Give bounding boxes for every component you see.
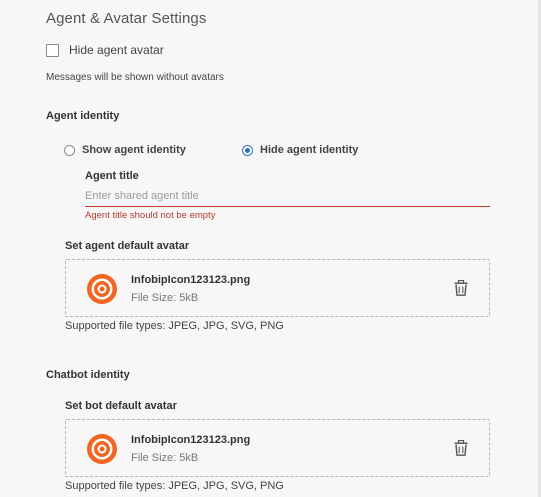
- infobip-logo-icon: [87, 274, 117, 304]
- infobip-logo-icon: [87, 434, 117, 464]
- agent-avatar-file-name: InfobipIcon123123.png: [131, 274, 251, 286]
- hide-avatar-label[interactable]: Hide agent avatar: [69, 43, 164, 57]
- agent-avatar-supported-types: Supported file types: JPEG, JPG, SVG, PN…: [65, 320, 284, 332]
- show-agent-identity-radio[interactable]: Show agent identity: [64, 144, 186, 156]
- agent-avatar-file-box[interactable]: InfobipIcon123123.png File Size: 5kB: [65, 259, 490, 317]
- hide-agent-identity-label[interactable]: Hide agent identity: [260, 144, 358, 156]
- chatbot-identity-title: Chatbot identity: [46, 369, 130, 381]
- agent-title-label: Agent title: [85, 170, 139, 182]
- hide-avatar-checkbox-row[interactable]: Hide agent avatar: [46, 43, 164, 57]
- agent-avatar-file-size: File Size: 5kB: [131, 292, 199, 304]
- trash-icon[interactable]: [454, 280, 468, 296]
- hide-avatar-checkbox[interactable]: [46, 43, 59, 57]
- hide-agent-identity-radio[interactable]: Hide agent identity: [242, 144, 358, 156]
- show-agent-identity-label[interactable]: Show agent identity: [82, 144, 186, 156]
- section-title: Agent & Avatar Settings: [46, 10, 207, 27]
- hide-avatar-hint: Messages will be shown without avatars: [46, 72, 224, 83]
- bot-avatar-supported-types: Supported file types: JPEG, JPG, SVG, PN…: [65, 480, 284, 492]
- agent-title-input[interactable]: [85, 186, 490, 207]
- bot-avatar-file-size: File Size: 5kB: [131, 452, 199, 464]
- bot-avatar-file-name: InfobipIcon123123.png: [131, 434, 251, 446]
- agent-default-avatar-title: Set agent default avatar: [65, 240, 190, 252]
- radio-button-hide[interactable]: [242, 144, 253, 156]
- trash-icon[interactable]: [454, 440, 468, 456]
- bot-default-avatar-title: Set bot default avatar: [65, 400, 177, 412]
- radio-button-show[interactable]: [64, 144, 75, 156]
- avatar-settings-page: Agent & Avatar Settings Hide agent avata…: [0, 0, 541, 497]
- bot-avatar-file-box[interactable]: InfobipIcon123123.png File Size: 5kB: [65, 419, 490, 477]
- agent-identity-title: Agent identity: [46, 110, 120, 122]
- agent-title-error: Agent title should not be empty: [85, 210, 216, 221]
